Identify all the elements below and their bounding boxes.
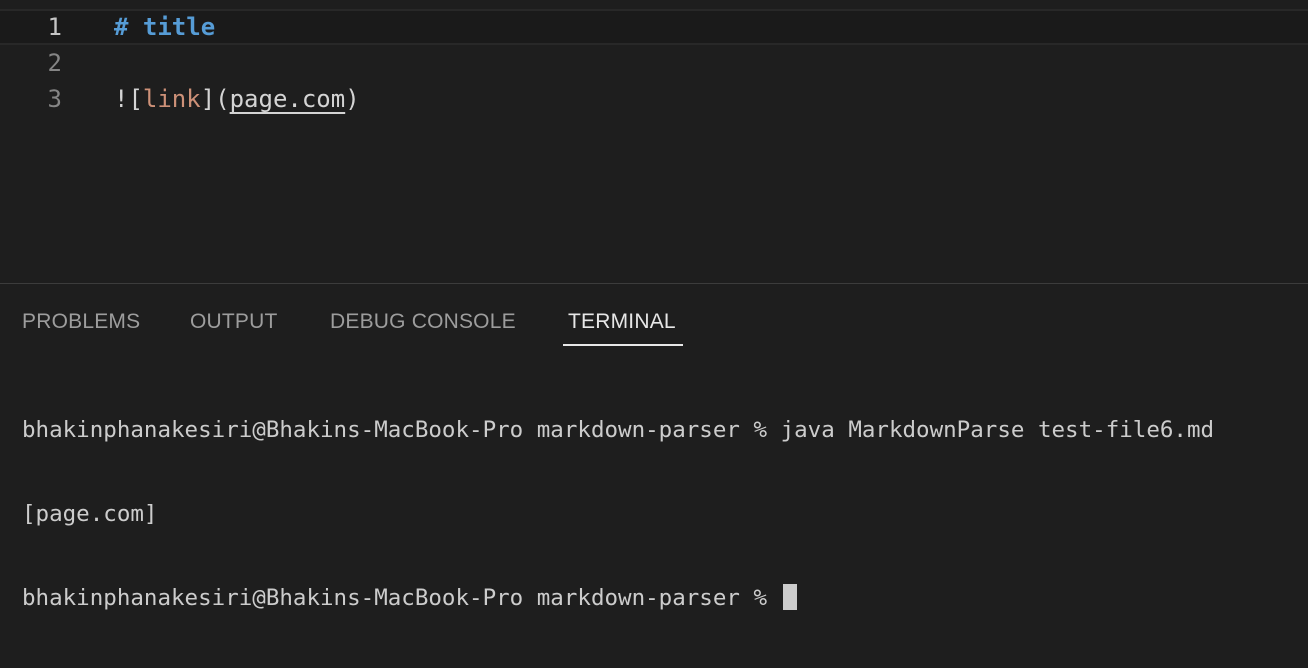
terminal-prompt: bhakinphanakesiri@Bhakins-MacBook-Pro ma… (22, 585, 781, 611)
link-url-token[interactable]: page.com (230, 85, 346, 113)
image-bang-bracket-token: ![ (114, 85, 143, 113)
editor-line-3[interactable]: 3 ![link](page.com) (0, 81, 1308, 117)
editor-line-2[interactable]: 2 (0, 45, 1308, 81)
tab-problems[interactable]: PROBLEMS (22, 310, 140, 334)
terminal-output[interactable]: bhakinphanakesiri@Bhakins-MacBook-Pro ma… (22, 360, 1292, 668)
bottom-panel: PROBLEMS OUTPUT DEBUG CONSOLE TERMINAL b… (0, 283, 1308, 611)
line-number: 3 (47, 85, 62, 113)
terminal-line: [page.com] (22, 501, 158, 527)
terminal-prompt-line[interactable]: bhakinphanakesiri@Bhakins-MacBook-Pro ma… (22, 584, 1292, 612)
link-text-token: link (142, 85, 201, 113)
editor-line-1[interactable]: 1 # title (0, 9, 1308, 45)
close-paren-token: ) (345, 85, 360, 113)
line-number: 1 (47, 13, 62, 41)
panel-tab-bar: PROBLEMS OUTPUT DEBUG CONSOLE TERMINAL (0, 284, 1308, 348)
terminal-cursor (782, 584, 797, 610)
bracket-paren-token: ]( (200, 85, 230, 113)
tab-debug-console[interactable]: DEBUG CONSOLE (330, 310, 516, 334)
tab-output[interactable]: OUTPUT (190, 310, 278, 334)
active-tab-indicator (563, 344, 683, 346)
terminal-line: bhakinphanakesiri@Bhakins-MacBook-Pro ma… (22, 417, 1215, 443)
markdown-heading-token: # title (114, 13, 216, 41)
line-number: 2 (47, 49, 62, 77)
tab-terminal[interactable]: TERMINAL (568, 310, 676, 334)
code-editor[interactable]: 1 # title 2 3 ![link](page.com) (0, 0, 1308, 283)
